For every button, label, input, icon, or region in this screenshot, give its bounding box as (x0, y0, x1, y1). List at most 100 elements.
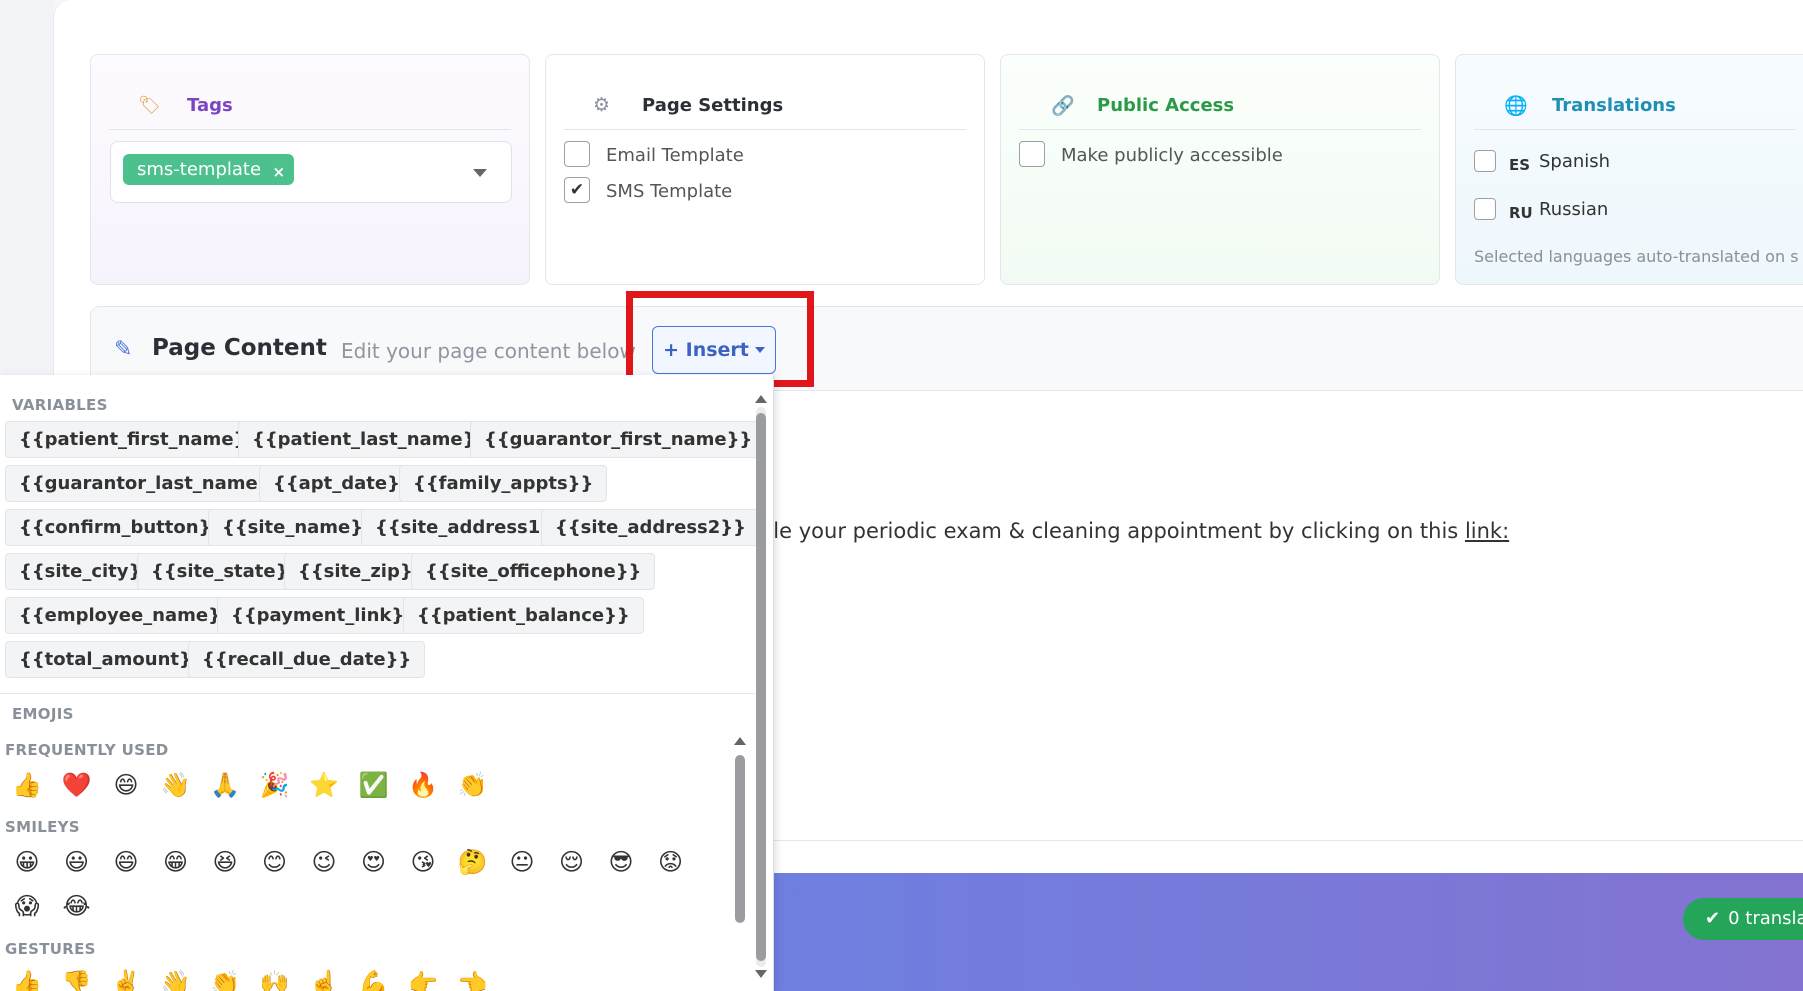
spanish-code: ES (1509, 156, 1531, 174)
insert-dropdown: VARIABLES {{patient_first_name}} {{patie… (0, 375, 774, 991)
emoji-button[interactable]: 😍 (359, 847, 389, 877)
variable-button[interactable]: {{patient_balance}} (403, 597, 644, 634)
emojis-section-label: EMOJIS (12, 705, 74, 723)
emoji-button[interactable]: 😄 (111, 847, 141, 877)
emoji-button[interactable]: 👏 (210, 968, 240, 991)
emoji-button[interactable]: 😀 (12, 847, 42, 877)
russian-label: Russian (1539, 199, 1609, 220)
emoji-button[interactable]: ✌️ (111, 968, 141, 991)
emoji-button[interactable]: ⭐ (309, 770, 339, 800)
globe-icon: 🌐 (1504, 95, 1528, 117)
emoji-button[interactable]: 😎 (606, 847, 636, 877)
emoji-button[interactable]: 💪 (359, 968, 389, 991)
emoji-button[interactable]: 👋 (161, 968, 191, 991)
chevron-down-icon[interactable] (473, 169, 487, 177)
check-icon: ✔ (569, 180, 585, 200)
page-content-title: Page Content (152, 335, 327, 361)
emoji-scroll-up-arrow[interactable] (734, 737, 746, 745)
translations-note: Selected languages auto-translated on s (1474, 247, 1799, 266)
public-access-header (1019, 55, 1421, 130)
spanish-checkbox[interactable] (1474, 150, 1496, 172)
page-content-subtitle: Edit your page content below (341, 339, 636, 363)
tag-remove-icon[interactable]: × (272, 157, 285, 188)
editor-body-text: ule your periodic exam & cleaning appoin… (760, 519, 1465, 543)
emoji-button[interactable]: 😃 (62, 847, 92, 877)
variable-button[interactable]: {{confirm_button}} (5, 509, 239, 546)
emoji-button[interactable]: 😟 (656, 847, 686, 877)
variable-button[interactable]: {{patient_last_name}} (238, 421, 503, 458)
emoji-button[interactable]: 🎉 (260, 770, 290, 800)
public-access-card: 🔗 Public Access Make publicly accessible (1000, 54, 1440, 285)
spanish-label: Spanish (1539, 151, 1611, 172)
status-bar (770, 873, 1803, 991)
editor-footer-divider (770, 840, 1803, 841)
russian-checkbox[interactable] (1474, 198, 1496, 220)
emoji-button[interactable]: 👉 (408, 968, 438, 991)
frequent-label: FREQUENTLY USED (5, 741, 169, 759)
public-access-title: Public Access (1097, 95, 1235, 116)
emoji-button[interactable]: 😁 (161, 847, 191, 877)
tag-chip: sms-template × (123, 154, 295, 188)
emoji-button[interactable]: 👈 (458, 968, 488, 991)
translations-status-label: 0 transla (1728, 908, 1803, 929)
variable-button[interactable]: {{guarantor_first_name}} (470, 421, 767, 458)
emoji-button[interactable]: 😂 (62, 891, 92, 921)
emoji-button[interactable]: 😉 (309, 847, 339, 877)
gear-icon: ⚙ (593, 94, 611, 116)
emoji-button[interactable]: 🤔 (458, 847, 488, 877)
emoji-button[interactable]: ☝️ (309, 968, 339, 991)
sms-template-checkbox[interactable]: ✔ (564, 177, 590, 203)
variable-button[interactable]: {{site_address2}} (541, 509, 760, 546)
emoji-button[interactable]: ❤️ (62, 770, 92, 800)
variable-button[interactable]: {{guarantor_last_name}} (5, 465, 298, 502)
email-template-checkbox[interactable] (564, 141, 590, 167)
variables-scrollbar-thumb[interactable] (756, 413, 766, 961)
variable-button[interactable]: {{payment_link}} (217, 597, 431, 634)
emoji-button[interactable]: 🔥 (408, 770, 438, 800)
emoji-button[interactable]: 😆 (210, 847, 240, 877)
emoji-button[interactable]: 😘 (408, 847, 438, 877)
variable-button[interactable]: {{patient_first_name}} (5, 421, 274, 458)
emoji-button[interactable]: 👍 (12, 770, 42, 800)
variable-button[interactable]: {{site_officephone}} (411, 553, 656, 590)
dropdown-divider (0, 693, 755, 694)
translations-title: Translations (1552, 95, 1676, 116)
page-settings-title: Page Settings (642, 95, 784, 116)
translations-status-pill[interactable]: ✔ 0 transla (1683, 898, 1803, 940)
page-settings-header (564, 55, 966, 130)
emoji-button[interactable]: 😐 (507, 847, 537, 877)
tags-select[interactable]: sms-template × (110, 141, 512, 203)
emoji-button[interactable]: 👋 (161, 770, 191, 800)
emoji-button[interactable]: 😱 (12, 891, 42, 921)
emoji-button[interactable]: 🙏 (210, 770, 240, 800)
variable-button[interactable]: {{employee_name}} (5, 597, 248, 634)
emoji-button[interactable]: 😄 (111, 770, 141, 800)
gestures-label: GESTURES (5, 940, 96, 958)
translations-card: 🌐 Translations ES Spanish RU Russian Sel… (1455, 54, 1803, 285)
emoji-button[interactable]: 👍 (12, 968, 42, 991)
emoji-button[interactable]: 🙌 (260, 968, 290, 991)
emoji-button[interactable]: 👏 (458, 770, 488, 800)
public-access-checkbox[interactable] (1019, 141, 1045, 167)
emoji-scrollbar-thumb[interactable] (735, 755, 745, 923)
emoji-button[interactable]: 😊 (260, 847, 290, 877)
emoji-button[interactable]: 👎 (62, 968, 92, 991)
variable-button[interactable]: {{recall_due_date}} (188, 641, 426, 678)
scroll-up-arrow[interactable] (755, 395, 767, 403)
tags-card: 🏷 Tags sms-template × (90, 54, 530, 285)
variables-section-label: VARIABLES (12, 396, 108, 414)
tag-icon: 🏷 (138, 95, 161, 116)
translations-header (1474, 55, 1796, 130)
edit-icon: ✎ (114, 337, 133, 362)
emoji-button[interactable]: 😌 (557, 847, 587, 877)
emoji-button[interactable]: ✅ (359, 770, 389, 800)
editor-link[interactable]: link: (1465, 519, 1509, 543)
editor-text[interactable]: ule your periodic exam & cleaning appoin… (760, 519, 1509, 543)
variable-button[interactable]: {{family_appts}} (399, 465, 608, 502)
sms-template-label: SMS Template (606, 181, 733, 202)
scroll-down-arrow[interactable] (755, 970, 767, 978)
variable-button[interactable]: {{total_amount}} (5, 641, 219, 678)
tags-title: Tags (187, 95, 233, 116)
smileys-label: SMILEYS (5, 818, 80, 836)
email-template-label: Email Template (606, 145, 744, 166)
